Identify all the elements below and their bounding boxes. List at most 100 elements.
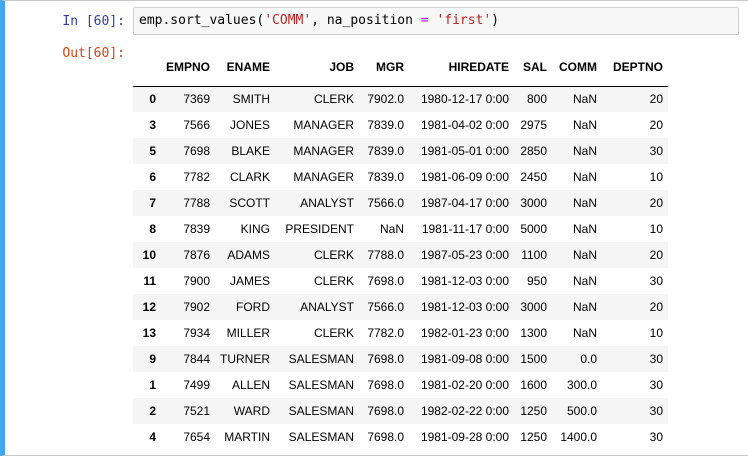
cell-ename: WARD — [233, 404, 271, 418]
cell-ename: KING — [240, 222, 271, 236]
cell-hiredate: 1981-11-17 0:00 — [421, 222, 510, 236]
cell-ename: ALLEN — [231, 378, 271, 392]
row-index: 5 — [149, 144, 156, 158]
table-row: 2 7521 WARD SALESMAN 7698.0 1982-02-22 0:00 12… — [133, 398, 669, 424]
row-index: 0 — [149, 92, 156, 107]
cell-sal: 1250 — [520, 404, 548, 418]
cell-ename: MARTIN — [224, 430, 271, 444]
cell-comm: NaN — [573, 300, 598, 314]
cell-empno: 7521 — [183, 404, 211, 418]
table-row: 5 7698 BLAKE MANAGER 7839.0 1981-05-01 0:00 28… — [133, 138, 669, 164]
cell-hiredate: 1981-09-28 0:00 — [420, 430, 510, 444]
table-row: 9 7844 TURNER SALESMAN 7698.0 1981-09-08 0:00… — [133, 346, 669, 372]
cell-sal: 3000 — [520, 300, 548, 314]
cell-mgr: 7698.0 — [367, 352, 405, 366]
table-row: 0 7369 SMITH CLERK 7902.0 1980-12-17 0:00 800 N… — [133, 86, 669, 112]
cell-sal: 1100 — [521, 248, 548, 262]
cell-job: ANALYST — [300, 196, 355, 210]
cell-sal: 2450 — [520, 170, 548, 184]
cell-hiredate: 1981-09-08 0:00 — [420, 352, 510, 366]
cell-hiredate: 1981-05-01 0:00 — [420, 144, 510, 158]
column-header-comm: COMM — [552, 49, 603, 87]
cell-sal: 1300 — [520, 326, 548, 340]
column-header-hiredate: HIREDATE — [409, 49, 515, 87]
cell-job: PRESIDENT — [285, 222, 355, 236]
cell-hiredate: 1981-12-03 0:00 — [420, 300, 510, 314]
row-index: 3 — [149, 118, 156, 132]
cell-empno: 7876 — [183, 248, 211, 262]
cell-empno: 7844 — [183, 352, 211, 366]
cell-sal: 2975 — [520, 118, 548, 132]
cell-hiredate: 1981-06-09 0:00 — [420, 170, 510, 184]
notebook-cell[interactable]: In [60]: emp.sort_values('COMM', na_posi… — [0, 0, 748, 456]
cell-sal: 1500 — [520, 352, 548, 366]
table-body: 0 7369 SMITH CLERK 7902.0 1980-12-17 0:00 800 N… — [133, 86, 669, 450]
cell-ename: SMITH — [232, 92, 271, 107]
cell-ename: BLAKE — [231, 144, 271, 158]
cell-job: SALESMAN — [288, 404, 355, 418]
cell-ename: FORD — [236, 300, 271, 314]
table-row: 3 7566 JONES MANAGER 7839.0 1981-04-02 0:00 29… — [133, 112, 669, 138]
cell-hiredate: 1980-12-17 0:00 — [420, 92, 510, 107]
column-header-ename: ENAME — [215, 49, 276, 87]
cell-mgr: 7698.0 — [367, 378, 405, 392]
cell-comm: NaN — [573, 144, 598, 158]
cell-deptno: 30 — [649, 144, 664, 158]
cell-job: CLERK — [314, 92, 355, 107]
cell-comm: NaN — [573, 196, 598, 210]
cell-deptno: 20 — [649, 118, 664, 132]
cell-mgr: 7839.0 — [367, 144, 405, 158]
cell-mgr: 7839.0 — [367, 170, 405, 184]
cell-mgr: 7566.0 — [367, 300, 405, 314]
column-header-empno: EMPNO — [161, 49, 216, 87]
dataframe-table: EMPNO ENAME JOB MGR HIREDATE SAL COMM DEPTNO 0 7… — [133, 49, 669, 450]
row-index: 4 — [149, 430, 156, 444]
cell-hiredate: 1987-04-17 0:00 — [420, 196, 510, 210]
cell-sal: 800 — [526, 92, 548, 107]
cell-deptno: 10 — [649, 170, 664, 184]
row-index: 2 — [149, 404, 156, 418]
cell-job: MANAGER — [293, 170, 355, 184]
cell-hiredate: 1981-04-02 0:00 — [420, 118, 510, 132]
code-string-column: 'COMM' — [264, 13, 312, 28]
cell-comm: NaN — [573, 222, 598, 236]
table-row: 7 7788 SCOTT ANALYST 7566.0 1987-04-17 0:00 30… — [133, 190, 669, 216]
cell-deptno: 20 — [649, 196, 664, 210]
cell-empno: 7654 — [183, 430, 211, 444]
cell-comm: NaN — [573, 274, 598, 288]
cell-deptno: 30 — [649, 378, 664, 392]
cell-sal: 3000 — [520, 196, 548, 210]
cell-deptno: 30 — [649, 352, 664, 366]
cell-mgr: 7902.0 — [367, 92, 405, 107]
cell-mgr: NaN — [380, 222, 405, 236]
cell-job: ANALYST — [300, 300, 355, 314]
cell-mgr: 7698.0 — [367, 274, 405, 288]
cell-mgr: 7839.0 — [367, 118, 405, 132]
column-header-sal: SAL — [514, 49, 553, 87]
cell-mgr: 7566.0 — [367, 196, 405, 210]
code-editor[interactable]: emp.sort_values('COMM', na_position = 'f… — [133, 7, 739, 35]
row-index: 12 — [142, 300, 156, 314]
column-header-mgr: MGR — [359, 49, 410, 87]
cell-job: SALESMAN — [288, 430, 355, 444]
table-row: 1 7499 ALLEN SALESMAN 7698.0 1981-02-20 0:00 1… — [133, 372, 669, 398]
code-text: emp.sort_values( — [139, 13, 265, 28]
cell-hiredate: 1981-02-20 0:00 — [420, 378, 510, 392]
column-header-index — [133, 49, 161, 87]
row-index: 1 — [149, 378, 156, 392]
cell-deptno: 10 — [649, 326, 664, 340]
cell-ename: MILLER — [226, 326, 271, 340]
cell-ename: CLARK — [230, 170, 271, 184]
code-operator: = — [420, 13, 429, 28]
cell-empno: 7782 — [183, 170, 211, 184]
cell-job: MANAGER — [293, 144, 355, 158]
cell-job: CLERK — [314, 274, 355, 288]
row-index: 9 — [149, 352, 156, 366]
output-prompt: Out[60]: — [62, 46, 125, 61]
cell-mgr: 7698.0 — [367, 430, 405, 444]
cell-comm: 500.0 — [566, 404, 598, 418]
table-row: 8 7839 KING PRESIDENT NaN 1981-11-17 0:00 5000… — [133, 216, 669, 242]
cell-deptno: 20 — [649, 300, 664, 314]
column-header-job: JOB — [275, 49, 360, 87]
cell-deptno: 10 — [649, 222, 664, 236]
